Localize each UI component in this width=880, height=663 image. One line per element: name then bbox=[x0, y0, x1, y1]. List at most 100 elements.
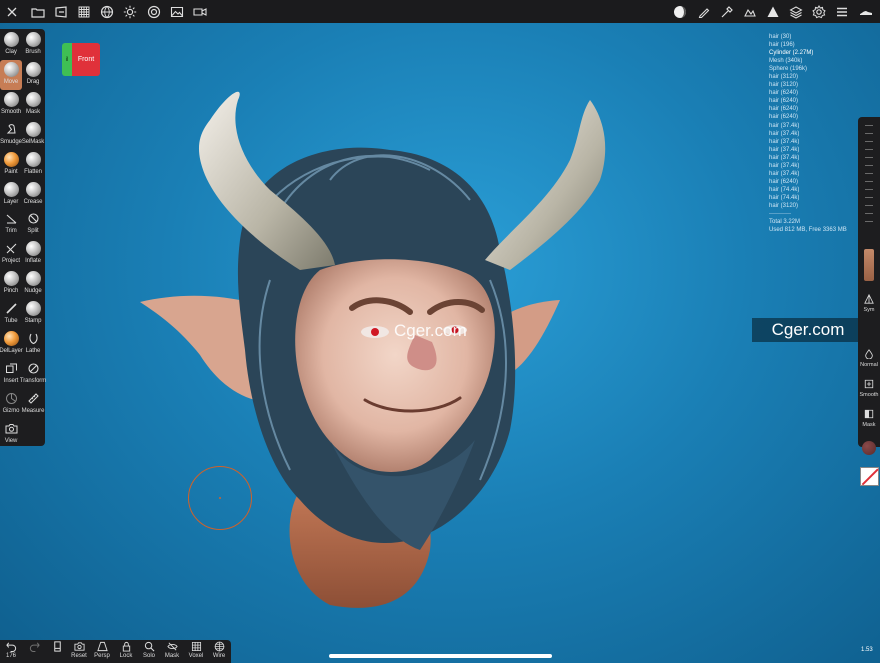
tool-label: Mask bbox=[26, 108, 40, 115]
tool-pinch[interactable]: Pinch bbox=[0, 269, 22, 299]
scene-list-item[interactable]: hair (37.4k) bbox=[769, 146, 869, 154]
intensity-slider-handle[interactable] bbox=[864, 249, 874, 281]
tool-trim[interactable]: Trim bbox=[0, 209, 22, 239]
layers-icon[interactable] bbox=[787, 3, 804, 20]
shoe-icon[interactable] bbox=[857, 3, 874, 20]
tool-transform[interactable]: Transform bbox=[20, 359, 46, 389]
watermark-right: Cger.com bbox=[752, 318, 864, 342]
settings-icon[interactable] bbox=[810, 3, 827, 20]
scene-list-item[interactable]: hair (37.4k) bbox=[769, 154, 869, 162]
tool-selmask[interactable]: SelMask bbox=[22, 120, 44, 150]
tool-label: Drag bbox=[26, 78, 40, 85]
right-tool-mask[interactable]: Mask bbox=[858, 408, 880, 428]
home-indicator[interactable] bbox=[329, 654, 552, 658]
solo-button[interactable]: Solo bbox=[138, 641, 160, 659]
tool-layer[interactable]: Layer bbox=[0, 180, 22, 210]
import-icon[interactable] bbox=[52, 3, 69, 20]
tool-label: Split bbox=[27, 228, 39, 235]
reset-camera-button[interactable]: Reset bbox=[68, 641, 90, 659]
smudge-icon bbox=[4, 122, 19, 137]
tool-flatten[interactable]: Flatten bbox=[22, 150, 44, 180]
scene-list-item[interactable]: hair (37.4k) bbox=[769, 122, 869, 130]
view-cube-side[interactable]: il bbox=[62, 43, 72, 76]
tools-icon[interactable] bbox=[3, 3, 20, 20]
tool-view[interactable]: View bbox=[0, 419, 22, 449]
folder-icon[interactable] bbox=[29, 3, 46, 20]
right-tool-smooth[interactable]: Smooth bbox=[858, 378, 880, 398]
history-icon bbox=[51, 641, 63, 652]
triangle-icon[interactable] bbox=[764, 3, 781, 20]
scene-list-item[interactable]: Cylinder (2.27M) bbox=[769, 49, 869, 57]
video-icon[interactable] bbox=[191, 3, 208, 20]
scene-list-item[interactable]: hair (3120) bbox=[769, 81, 869, 89]
tool-insert[interactable]: Insert bbox=[0, 359, 22, 389]
menu-icon[interactable] bbox=[833, 3, 850, 20]
tool-inflate[interactable]: Inflate bbox=[22, 239, 44, 269]
scene-list-item[interactable]: hair (37.4k) bbox=[769, 170, 869, 178]
tool-crease[interactable]: Crease bbox=[22, 180, 44, 210]
tool-measure[interactable]: Measure bbox=[22, 389, 44, 419]
scene-list-item[interactable]: hair (6240) bbox=[769, 113, 869, 121]
tool-stamp[interactable]: Stamp bbox=[22, 299, 44, 329]
view-cube-front[interactable]: Front bbox=[72, 43, 100, 76]
scene-list-item[interactable]: Mesh (340k) bbox=[769, 57, 869, 65]
tool-label: Clay bbox=[5, 49, 17, 55]
tool-move[interactable]: Move bbox=[0, 59, 22, 90]
scene-list-item[interactable]: Sphere (196k) bbox=[769, 65, 869, 73]
tool-drag[interactable]: Drag bbox=[22, 60, 44, 90]
tool-smooth[interactable]: Smooth bbox=[0, 90, 22, 120]
scene-list-item[interactable]: hair (74.4k) bbox=[769, 194, 869, 202]
scene-list-item[interactable]: hair (37.4k) bbox=[769, 162, 869, 170]
mask-visibility-button[interactable]: Mask bbox=[161, 641, 183, 659]
picker-icon[interactable] bbox=[718, 3, 735, 20]
tool-project[interactable]: Project bbox=[0, 239, 22, 269]
redo-button[interactable] bbox=[23, 641, 45, 653]
tool-tube[interactable]: Tube bbox=[0, 299, 22, 329]
color-swatch[interactable] bbox=[860, 467, 879, 486]
undo-button[interactable]: 176 bbox=[0, 641, 22, 659]
pen-icon[interactable] bbox=[695, 3, 712, 20]
scene-list-item[interactable]: hair (6240) bbox=[769, 97, 869, 105]
material-color-ball[interactable] bbox=[862, 441, 876, 455]
scene-list-item[interactable]: hair (3120) bbox=[769, 202, 869, 210]
tool-paint[interactable]: Paint bbox=[0, 150, 22, 180]
history-button[interactable] bbox=[46, 641, 68, 653]
tool-nudge[interactable]: Nudge bbox=[22, 269, 44, 299]
image-icon[interactable] bbox=[168, 3, 185, 20]
scene-list-item[interactable]: hair (74.4k) bbox=[769, 186, 869, 194]
perspective-button[interactable]: Persp bbox=[91, 641, 113, 659]
scene-list-item[interactable]: hair (37.4k) bbox=[769, 138, 869, 146]
sphere-icon bbox=[25, 32, 41, 47]
target-icon[interactable] bbox=[145, 3, 162, 20]
scene-list-item[interactable]: hair (37.4k) bbox=[769, 130, 869, 138]
wireframe-button[interactable]: Wire bbox=[208, 641, 230, 659]
voxel-button[interactable]: Voxel bbox=[185, 641, 207, 659]
tool-mask[interactable]: Mask bbox=[22, 90, 44, 120]
tool-split[interactable]: Split bbox=[22, 209, 44, 239]
scene-hand-icon[interactable] bbox=[741, 3, 758, 20]
scene-list-item[interactable]: hair (30) bbox=[769, 33, 869, 41]
tool-label: Smooth bbox=[0, 108, 22, 115]
right-tool-normal[interactable]: Normal bbox=[858, 348, 880, 368]
sun-icon[interactable] bbox=[121, 3, 138, 20]
scene-list-item[interactable]: hair (196) bbox=[769, 41, 869, 49]
tool-smudge[interactable]: Smudge bbox=[0, 120, 22, 150]
lock-button[interactable]: Lock bbox=[115, 641, 137, 659]
scene-list-item[interactable]: hair (6240) bbox=[769, 105, 869, 113]
sculpt-model-viewport[interactable] bbox=[130, 80, 610, 615]
tool-gizmo[interactable]: Gizmo bbox=[0, 389, 22, 419]
scene-list-item[interactable]: hair (6240) bbox=[769, 89, 869, 97]
tool-brush[interactable]: Brush bbox=[22, 30, 44, 60]
view-cube[interactable]: il Front bbox=[62, 43, 100, 76]
globe-icon[interactable] bbox=[98, 3, 115, 20]
insert-icon bbox=[4, 361, 19, 376]
tool-lathe[interactable]: Lathe bbox=[22, 329, 44, 359]
tool-clay[interactable]: Clay bbox=[0, 30, 22, 60]
material-ball-icon[interactable] bbox=[671, 3, 688, 20]
grid-icon[interactable] bbox=[75, 3, 92, 20]
scene-list-item[interactable]: hair (6240) bbox=[769, 178, 869, 186]
scene-list-item[interactable]: hair (3120) bbox=[769, 73, 869, 81]
tool-dellayer[interactable]: DelLayer bbox=[0, 329, 23, 359]
tool-label: Tube bbox=[4, 318, 18, 325]
right-tool-sym[interactable]: Sym bbox=[858, 293, 880, 313]
